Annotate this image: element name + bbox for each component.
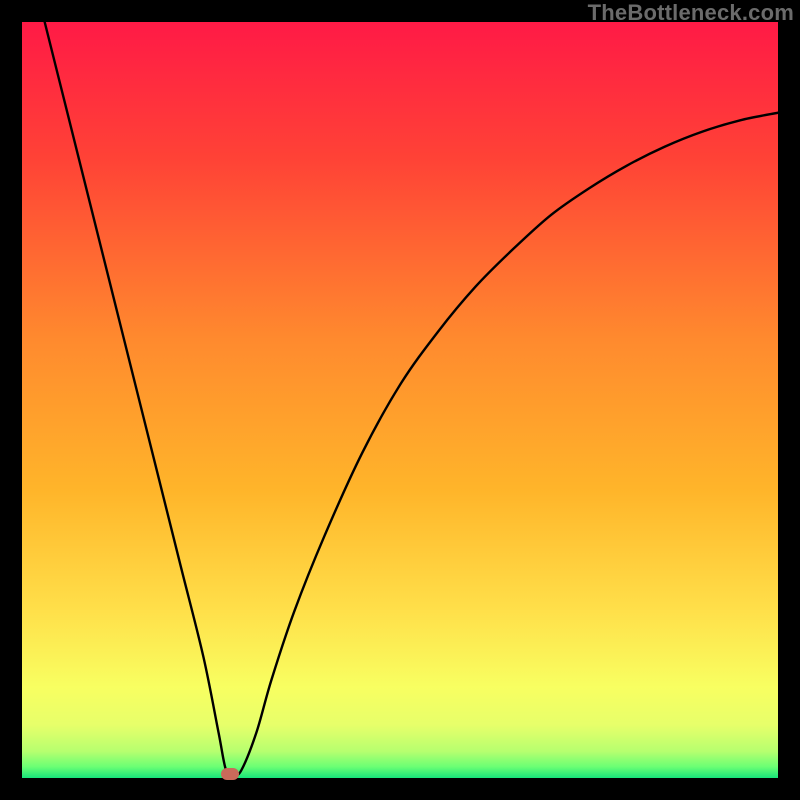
gradient-background xyxy=(22,22,778,778)
bottleneck-chart xyxy=(22,22,778,778)
watermark-text: TheBottleneck.com xyxy=(588,0,794,26)
optimal-point-marker xyxy=(221,768,239,780)
chart-frame xyxy=(22,22,778,778)
